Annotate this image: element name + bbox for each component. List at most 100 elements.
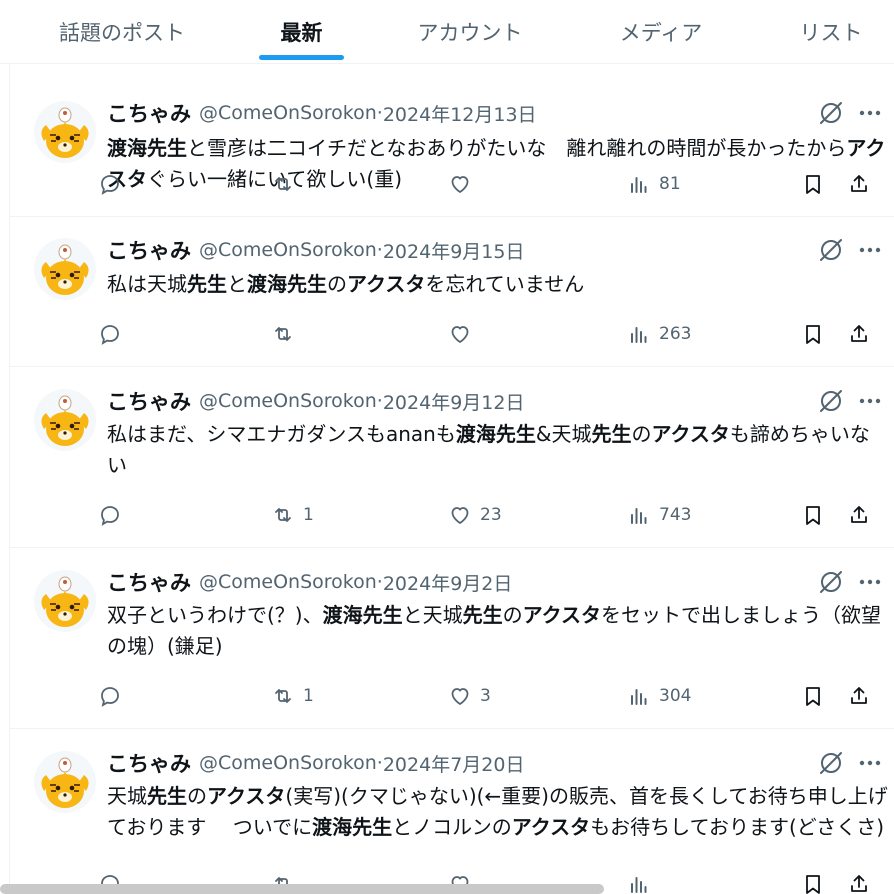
bookmark-icon — [806, 175, 820, 194]
tweet-date[interactable]: 2024年9月12日 — [383, 388, 525, 415]
tab-media[interactable]: メディア — [596, 0, 726, 64]
text-segment: 天城 — [107, 784, 147, 808]
share-button[interactable] — [847, 169, 871, 199]
more-icon[interactable] — [856, 240, 884, 260]
reply-button[interactable] — [98, 169, 130, 199]
highlight-keyword: 渡海先生 — [107, 136, 187, 160]
grok-icon[interactable] — [818, 237, 844, 263]
retweet-button[interactable] — [271, 319, 303, 349]
tweet-header: こちゃみ @ComeOnSorokon · 2024年9月12日 — [107, 386, 524, 416]
like-icon — [451, 326, 469, 343]
like-icon — [451, 176, 469, 193]
like-button[interactable] — [448, 169, 480, 199]
tweet-date[interactable]: 2024年9月15日 — [383, 237, 525, 264]
bookmark-button[interactable] — [801, 169, 825, 199]
share-icon — [851, 325, 867, 342]
more-icon[interactable] — [856, 753, 884, 773]
horizontal-scrollbar[interactable] — [0, 884, 604, 894]
reply-button[interactable] — [98, 681, 130, 711]
share-button[interactable] — [847, 869, 871, 894]
text-segment: の — [502, 603, 523, 627]
tab-lists[interactable]: リスト — [776, 0, 886, 64]
views-button[interactable]: 263 — [627, 319, 691, 349]
like-button[interactable] — [448, 319, 480, 349]
highlight-keyword: 渡海先生 — [322, 603, 403, 627]
views-button[interactable]: 81 — [627, 169, 681, 199]
retweet-button[interactable]: 1 — [271, 500, 314, 530]
views-icon — [631, 177, 647, 193]
bookmark-button[interactable] — [801, 319, 825, 349]
share-button[interactable] — [847, 500, 871, 530]
tweet-card[interactable]: こちゃみ @ComeOnSorokon · 2024年7月20日 天城先生のアクスタ… — [10, 729, 894, 894]
bookmark-button[interactable] — [801, 869, 825, 894]
tweet-text: 渡海先生と雪彦は二コイチだとなおありがたいな 離れ離れの時間が長かったからアクス… — [107, 133, 889, 195]
tweet-date[interactable]: 2024年9月2日 — [383, 569, 513, 596]
bookmark-icon — [806, 325, 820, 344]
grok-icon[interactable] — [818, 100, 844, 126]
author-handle[interactable]: @ComeOnSorokon — [199, 390, 377, 412]
author-name[interactable]: こちゃみ — [107, 98, 191, 128]
views-count: 263 — [659, 324, 692, 344]
tweet-card[interactable]: こちゃみ @ComeOnSorokon · 2024年9月2日 双子というわけで(？… — [10, 548, 894, 729]
reply-button[interactable] — [98, 319, 130, 349]
avatar[interactable] — [34, 389, 96, 451]
bookmark-icon — [806, 875, 820, 894]
tweet-card[interactable]: こちゃみ @ComeOnSorokon · 2024年9月12日 私はまだ、シマエナ… — [10, 367, 894, 548]
author-name[interactable]: こちゃみ — [107, 386, 191, 416]
highlight-keyword: 先生 — [462, 603, 503, 627]
views-button[interactable]: 304 — [627, 681, 691, 711]
reply-icon — [101, 687, 119, 707]
reply-icon — [101, 325, 119, 345]
author-handle[interactable]: @ComeOnSorokon — [199, 752, 377, 774]
more-icon[interactable] — [856, 572, 884, 592]
author-handle[interactable]: @ComeOnSorokon — [199, 571, 377, 593]
tweet-header: こちゃみ @ComeOnSorokon · 2024年9月2日 — [107, 567, 512, 597]
author-name[interactable]: こちゃみ — [107, 235, 191, 265]
bookmark-button[interactable] — [801, 681, 825, 711]
more-icon[interactable] — [856, 103, 884, 123]
avatar[interactable] — [34, 751, 96, 813]
text-segment: と天城 — [402, 603, 463, 627]
like-button[interactable]: 23 — [448, 500, 502, 530]
highlight-keyword: アクスタ — [511, 815, 591, 839]
highlight-keyword: 先生 — [187, 272, 227, 296]
text-segment: とノコルンの — [392, 815, 512, 839]
tab-people[interactable]: アカウント — [400, 0, 540, 64]
views-button[interactable]: 743 — [627, 500, 691, 530]
text-segment: もお待ちしております(どさくさ) — [590, 815, 884, 839]
tweet-date[interactable]: 2024年7月20日 — [383, 750, 525, 777]
highlight-keyword: 先生 — [147, 784, 187, 808]
grok-icon[interactable] — [818, 569, 844, 595]
tweet-card[interactable]: こちゃみ @ComeOnSorokon · 2024年9月15日 私は天城先生と渡海… — [10, 217, 894, 367]
author-name[interactable]: こちゃみ — [107, 748, 191, 778]
grok-icon[interactable] — [818, 750, 844, 776]
retweet-button[interactable]: 1 — [271, 681, 314, 711]
views-button[interactable] — [627, 869, 659, 894]
grok-icon[interactable] — [818, 388, 844, 414]
like-icon — [451, 688, 469, 705]
tab-top[interactable]: 話題のポスト — [34, 0, 210, 64]
reply-button[interactable] — [98, 500, 130, 530]
avatar[interactable] — [34, 238, 96, 300]
like-icon — [451, 507, 469, 524]
text-segment: &天城 — [535, 422, 592, 446]
retweet-icon — [275, 177, 291, 191]
avatar[interactable] — [34, 570, 96, 632]
highlight-keyword: 先生 — [591, 422, 632, 446]
search-tabs: 話題のポスト 最新 アカウント メディア リスト — [0, 0, 894, 64]
author-handle[interactable]: @ComeOnSorokon — [199, 239, 377, 261]
views-count: 743 — [659, 505, 692, 525]
avatar[interactable] — [34, 101, 96, 163]
share-button[interactable] — [847, 319, 871, 349]
tweet-date[interactable]: 2024年12月13日 — [383, 100, 537, 127]
text-segment: を忘れていません — [425, 272, 585, 296]
like-button[interactable]: 3 — [448, 681, 491, 711]
bookmark-button[interactable] — [801, 500, 825, 530]
retweet-button[interactable] — [271, 169, 303, 199]
author-handle[interactable]: @ComeOnSorokon — [199, 102, 377, 124]
retweet-icon — [275, 508, 291, 522]
share-button[interactable] — [847, 681, 871, 711]
author-name[interactable]: こちゃみ — [107, 567, 191, 597]
bookmark-icon — [806, 506, 820, 525]
more-icon[interactable] — [856, 391, 884, 411]
